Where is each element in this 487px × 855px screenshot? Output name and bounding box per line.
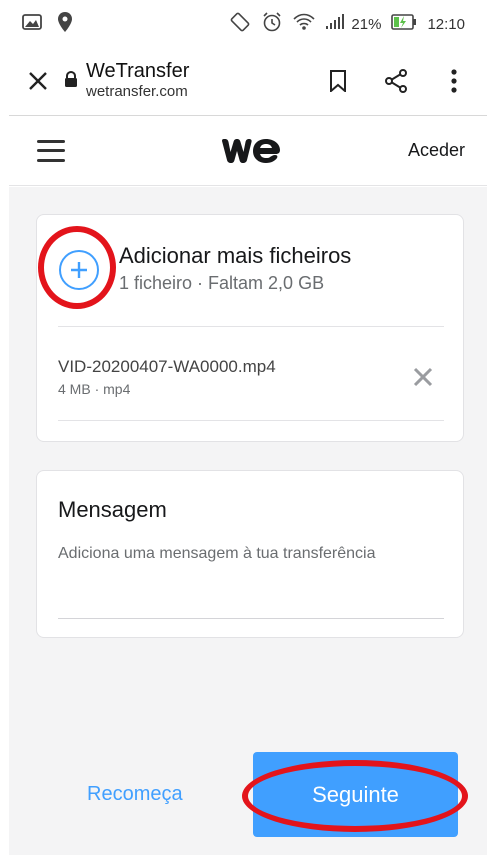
divider (58, 326, 444, 327)
message-title: Mensagem (58, 497, 167, 522)
file-meta: 4 MB · mp4 (58, 381, 131, 397)
bookmark-icon (330, 70, 346, 92)
message-input[interactable] (58, 545, 444, 619)
browser-toolbar: WeTransfer wetransfer.com (0, 48, 487, 114)
lock-icon (64, 70, 78, 92)
close-icon (29, 72, 47, 90)
more-vert-icon (451, 69, 457, 93)
clock-time: 12:10 (427, 15, 465, 33)
bookmark-button[interactable] (323, 66, 353, 96)
message-card: Mensagem (36, 470, 464, 638)
files-summary: 1 ficheiro · Faltam 2,0 GB (119, 273, 325, 293)
status-right: 21% 12:10 (229, 11, 465, 37)
add-files-button[interactable] (59, 250, 99, 290)
next-button-label: Seguinte (312, 781, 399, 807)
plus-icon (71, 262, 87, 278)
signal-icon (325, 14, 345, 34)
remove-file-button[interactable] (409, 363, 437, 391)
title-lines: WeTransfer wetransfer.com (86, 60, 189, 102)
browser-actions (323, 66, 469, 96)
location-icon (58, 12, 72, 36)
rotation-icon (229, 11, 251, 37)
share-button[interactable] (381, 66, 411, 96)
reset-button[interactable]: Recomeça (87, 783, 183, 806)
divider (58, 420, 444, 421)
next-button[interactable]: Seguinte (253, 752, 458, 837)
app-header: Aceder (9, 116, 487, 186)
wetransfer-logo (222, 139, 280, 163)
alarm-icon (261, 11, 283, 37)
add-files-title[interactable]: Adicionar mais ficheiros (119, 243, 351, 269)
site-url: wetransfer.com (86, 83, 188, 100)
battery-percent: 21% (351, 15, 382, 33)
upload-card: Adicionar mais ficheiros 1 ficheiro · Fa… (36, 214, 464, 442)
battery-charging-icon (391, 14, 417, 34)
more-options-button[interactable] (439, 66, 469, 96)
share-icon (385, 69, 407, 93)
wifi-icon (293, 12, 315, 36)
menu-icon[interactable] (37, 139, 65, 162)
status-bar: 21% 12:10 (0, 0, 487, 48)
site-title: WeTransfer (86, 60, 190, 82)
login-link[interactable]: Aceder (408, 140, 465, 161)
file-name: VID-20200407-WA0000.mp4 (58, 357, 276, 376)
close-icon (413, 367, 433, 387)
status-left (22, 12, 72, 36)
gallery-icon (22, 14, 42, 34)
main-area: Adicionar mais ficheiros 1 ficheiro · Fa… (9, 187, 487, 855)
page-title-block: WeTransfer wetransfer.com (64, 60, 189, 102)
close-tab-button[interactable] (18, 61, 58, 101)
